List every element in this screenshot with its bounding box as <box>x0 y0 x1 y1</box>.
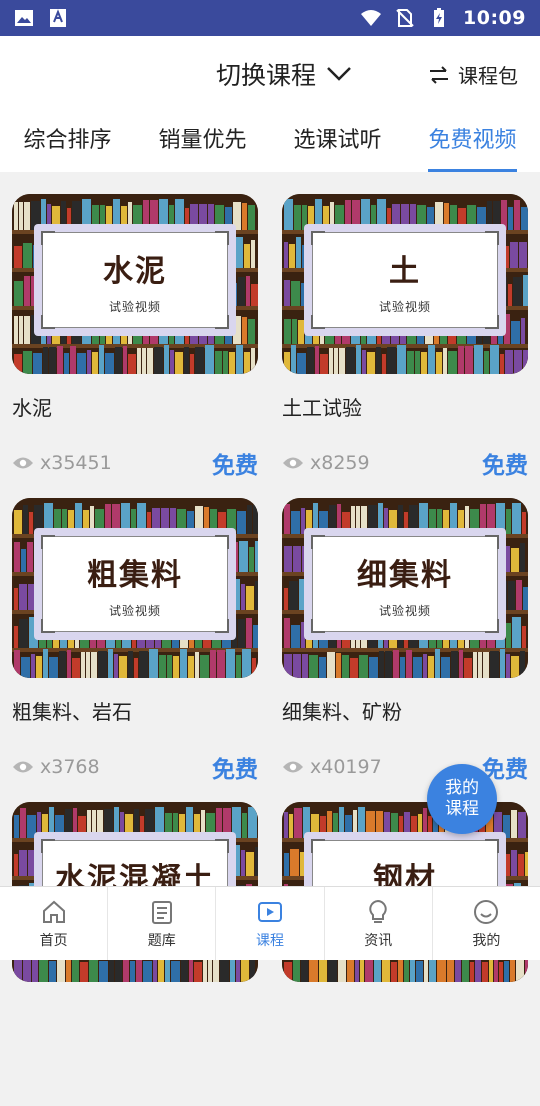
header: 切换课程 课程包 <box>0 36 540 116</box>
view-count-value: x40197 <box>310 756 382 778</box>
video-course-icon <box>258 901 282 922</box>
nav-question-bank[interactable]: 题库 <box>108 887 217 960</box>
course-bundle-label: 课程包 <box>458 64 518 88</box>
eye-icon <box>283 761 303 773</box>
nav-news-label: 资讯 <box>364 932 393 949</box>
view-count: x8259 <box>282 452 370 474</box>
question-bank-icon <box>151 900 172 924</box>
switch-course-button[interactable]: 切换课程 <box>216 56 352 92</box>
my-courses-label: 我的 课程 <box>445 778 479 819</box>
bottom-nav: 首页 题库 课程 资讯 我的 <box>0 886 540 960</box>
price-badge: 免费 <box>212 757 258 783</box>
nav-home-label: 首页 <box>39 932 68 949</box>
swap-icon <box>430 65 448 84</box>
chevron-down-icon <box>327 67 351 81</box>
course-card[interactable]: 土试验视频土工试验 x8259 免费 <box>282 194 528 498</box>
tab-trial[interactable]: 选课试听 <box>293 116 381 172</box>
view-count-value: x35451 <box>40 452 112 474</box>
nav-news[interactable]: 资讯 <box>325 887 433 960</box>
tab-sales[interactable]: 销量优先 <box>158 116 246 172</box>
thumbnail-plaque: 细集料 试验视频 <box>304 528 506 640</box>
view-count: x35451 <box>12 452 112 474</box>
text-app-icon <box>50 9 66 27</box>
bulb-icon <box>369 899 387 923</box>
thumbnail-subtitle: 试验视频 <box>378 299 431 314</box>
course-title[interactable]: 细集料、矿粉 <box>282 696 402 725</box>
my-courses-button[interactable]: 我的 课程 <box>427 764 497 834</box>
home-icon <box>42 900 65 923</box>
course-meta: x35451 免费 <box>12 446 258 480</box>
tab-comprehensive[interactable]: 综合排序 <box>23 116 111 172</box>
thumbnail-title: 水泥 <box>103 253 167 289</box>
nav-courses-label: 课程 <box>256 932 284 949</box>
eye-icon <box>283 457 303 469</box>
view-count: x40197 <box>282 756 382 778</box>
eye-icon <box>13 457 33 469</box>
price-badge: 免费 <box>212 453 258 479</box>
course-card[interactable]: 粗集料试验视频粗集料、岩石 x3768 免费 <box>12 498 258 802</box>
gallery-icon <box>15 10 33 26</box>
view-count: x3768 <box>12 756 100 778</box>
thumbnail-plaque: 水泥 试验视频 <box>34 224 236 336</box>
course-thumbnail[interactable]: 土试验视频 <box>282 194 528 374</box>
course-thumbnail[interactable]: 细集料 试验视频 <box>282 498 528 678</box>
thumbnail-title: 细集料 <box>357 557 453 593</box>
thumbnail-title: 土 <box>389 253 421 289</box>
course-title[interactable]: 土工试验 <box>282 392 362 421</box>
nav-home[interactable]: 首页 <box>0 887 109 960</box>
view-count-value: x8259 <box>310 452 370 474</box>
price-badge: 免费 <box>482 453 528 479</box>
switch-course-label: 切换课程 <box>216 61 317 90</box>
no-sim-icon <box>396 9 414 27</box>
nav-courses[interactable]: 课程 <box>216 887 325 960</box>
course-grid: 水泥 试验视频 水泥 x35451 免费土试验视频 土工试验 x8259 免费 粗集料 试验视频粗… <box>12 194 528 1106</box>
course-title[interactable]: 粗集料、岩石 <box>12 696 132 725</box>
course-meta: x3768 免费 <box>12 750 258 784</box>
smile-icon <box>474 899 499 924</box>
status-bar: 10:09 <box>0 0 540 36</box>
thumbnail-plaque: 粗集料 试验视频 <box>34 528 236 640</box>
course-thumbnail[interactable]: 水泥 试验视频 <box>12 194 258 374</box>
course-thumbnail[interactable]: 粗集料 试验视频 <box>12 498 258 678</box>
course-bundle-button[interactable]: 课程包 <box>428 60 518 89</box>
nav-mine[interactable]: 我的 <box>433 887 540 960</box>
view-count-value: x3768 <box>40 756 100 778</box>
thumbnail-title: 粗集料 <box>87 557 183 593</box>
course-card[interactable]: 细集料 试验视频 细集料、矿粉 x40197 免费 <box>282 498 528 802</box>
course-card[interactable]: 水泥 试验视频 水泥 x35451 免费 <box>12 194 258 498</box>
sort-tabs: 综合排序 销量优先 选课试听 免费视频 <box>0 116 540 172</box>
tab-free-videos[interactable]: 免费视频 <box>428 116 517 172</box>
nav-mine-label: 我的 <box>472 932 501 949</box>
eye-icon <box>13 761 33 773</box>
course-meta: x8259 免费 <box>282 446 528 480</box>
thumbnail-plaque: 土试验视频 <box>304 224 506 336</box>
thumbnail-subtitle: 试验视频 <box>378 603 431 618</box>
nav-question-bank-label: 题库 <box>147 932 176 949</box>
course-title[interactable]: 水泥 <box>12 392 52 421</box>
battery-charging-icon <box>434 8 445 27</box>
thumbnail-subtitle: 试验视频 <box>108 299 161 314</box>
clock: 10:09 <box>463 7 526 29</box>
wifi-icon <box>361 10 382 26</box>
thumbnail-subtitle: 试验视频 <box>108 603 161 618</box>
